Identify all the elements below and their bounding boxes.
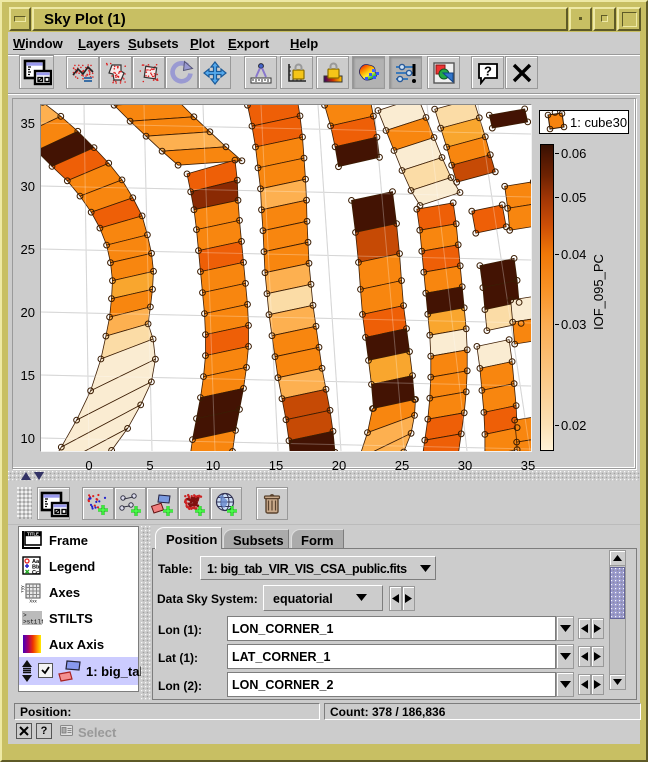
svg-text:?: ? [484, 63, 492, 78]
svg-text:Xxx: Xxx [29, 599, 37, 604]
svg-text:Cc: Cc [32, 570, 39, 576]
svg-text:Yyy: Yyy [21, 585, 25, 593]
svg-text:TITLE: TITLE [27, 532, 39, 537]
svg-text:>stilts: >stilts [23, 619, 43, 626]
